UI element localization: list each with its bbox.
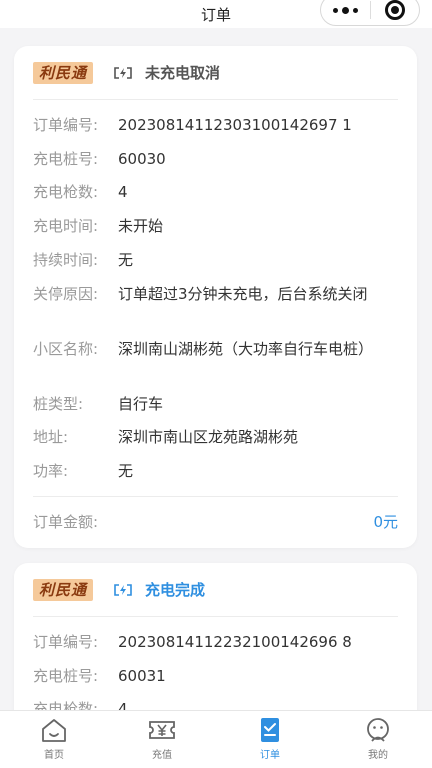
order-card[interactable]: 利民通 充电完成 订单编号: 20230814112232100142696 8… [14, 563, 417, 710]
page-title: 订单 [200, 5, 231, 24]
community-name-value: 深圳南山湖彬苑（大功率自行车电桩） [118, 340, 374, 358]
order-clipboard-icon [261, 718, 279, 742]
order-field-row: 持续时间: 无 [33, 250, 398, 270]
order-field-row: 订单编号: 20230814112232100142696 8 [33, 632, 398, 652]
order-amount-row: 订单金额: 0元 [33, 511, 398, 532]
home-icon [42, 719, 66, 742]
order-card[interactable]: 利民通 未充电取消 订单编号: 20230814112303100142697 … [14, 46, 417, 548]
divider [33, 496, 398, 497]
field-label: 小区名称: [33, 340, 99, 358]
tab-bar: 首页 充值 订单 我的 [0, 710, 432, 768]
brand-logo: 利民通 [33, 578, 93, 601]
mini-program-capsule [320, 0, 420, 26]
order-status: 未充电取消 [145, 64, 221, 82]
field-label: 订单编号: [33, 633, 99, 651]
charge-time-value: 未开始 [118, 217, 164, 235]
order-field-row: 充电枪数: 4 [33, 699, 398, 710]
order-field-row: 小区名称: 深圳南山湖彬苑（大功率自行车电桩） [33, 339, 398, 359]
field-label: 关停原因: [33, 285, 99, 303]
yen-ticket-icon [149, 721, 175, 739]
charge-plug-icon [113, 583, 133, 596]
order-field-row: 充电时间: 未开始 [33, 216, 398, 236]
tab-recharge[interactable]: 充值 [108, 711, 216, 768]
order-field-row: 功率: 无 [33, 461, 398, 481]
navigation-bar: 订单 [0, 0, 432, 28]
tab-label: 充值 [152, 750, 172, 761]
user-icon [367, 718, 389, 742]
order-amount-label: 订单金额: [33, 513, 99, 531]
order-field-row: 充电枪数: 4 [33, 182, 398, 202]
field-label: 充电桩号: [33, 150, 99, 168]
tab-label: 订单 [260, 750, 280, 761]
charge-plug-icon [113, 66, 133, 79]
duration-value: 无 [118, 251, 134, 269]
order-field-row: 订单编号: 20230814112303100142697 1 [33, 115, 398, 135]
brand-logo: 利民通 [33, 61, 93, 84]
order-card-header: 利民通 充电完成 [14, 563, 417, 616]
field-label: 充电时间: [33, 217, 99, 235]
more-dots-icon[interactable] [321, 6, 370, 14]
power-value: 无 [118, 462, 134, 480]
order-list[interactable]: 利民通 未充电取消 订单编号: 20230814112303100142697 … [0, 28, 432, 710]
order-status: 充电完成 [145, 581, 206, 599]
field-label: 地址: [33, 428, 69, 446]
pile-number-value: 60031 [118, 667, 166, 685]
field-label: 订单编号: [33, 116, 99, 134]
field-label: 充电桩号: [33, 667, 99, 685]
field-label: 功率: [33, 462, 69, 480]
pile-type-value: 自行车 [118, 395, 164, 413]
stop-reason-value: 订单超过3分钟未充电，后台系统关闭 [118, 285, 368, 303]
order-field-row: 桩类型: 自行车 [33, 394, 398, 414]
divider [33, 99, 398, 100]
order-amount-value: 0元 [373, 513, 398, 531]
order-field-row: 充电桩号: 60030 [33, 149, 398, 169]
tab-orders[interactable]: 订单 [216, 711, 324, 768]
order-field-row: 关停原因: 订单超过3分钟未充电，后台系统关闭 [33, 284, 398, 304]
field-label: 持续时间: [33, 251, 99, 269]
address-value: 深圳市南山区龙苑路湖彬苑 [118, 428, 299, 446]
gun-count-value: 4 [118, 183, 128, 201]
order-card-header: 利民通 未充电取消 [14, 46, 417, 99]
mini-program-close-icon[interactable] [370, 0, 419, 20]
field-label: 充电枪数: [33, 183, 99, 201]
divider [33, 616, 398, 617]
tab-label: 我的 [368, 750, 388, 761]
order-field-row: 地址: 深圳市南山区龙苑路湖彬苑 [33, 427, 398, 447]
tab-label: 首页 [44, 750, 64, 761]
field-label: 桩类型: [33, 395, 84, 413]
pile-number-value: 60030 [118, 150, 166, 168]
order-field-row: 充电桩号: 60031 [33, 666, 398, 686]
order-number-value: 20230814112232100142696 8 [118, 633, 352, 651]
tab-mine[interactable]: 我的 [324, 711, 432, 768]
order-number-value: 20230814112303100142697 1 [118, 116, 352, 134]
gun-count-value: 4 [118, 700, 128, 710]
tab-home[interactable]: 首页 [0, 711, 108, 768]
field-label: 充电枪数: [33, 700, 99, 710]
